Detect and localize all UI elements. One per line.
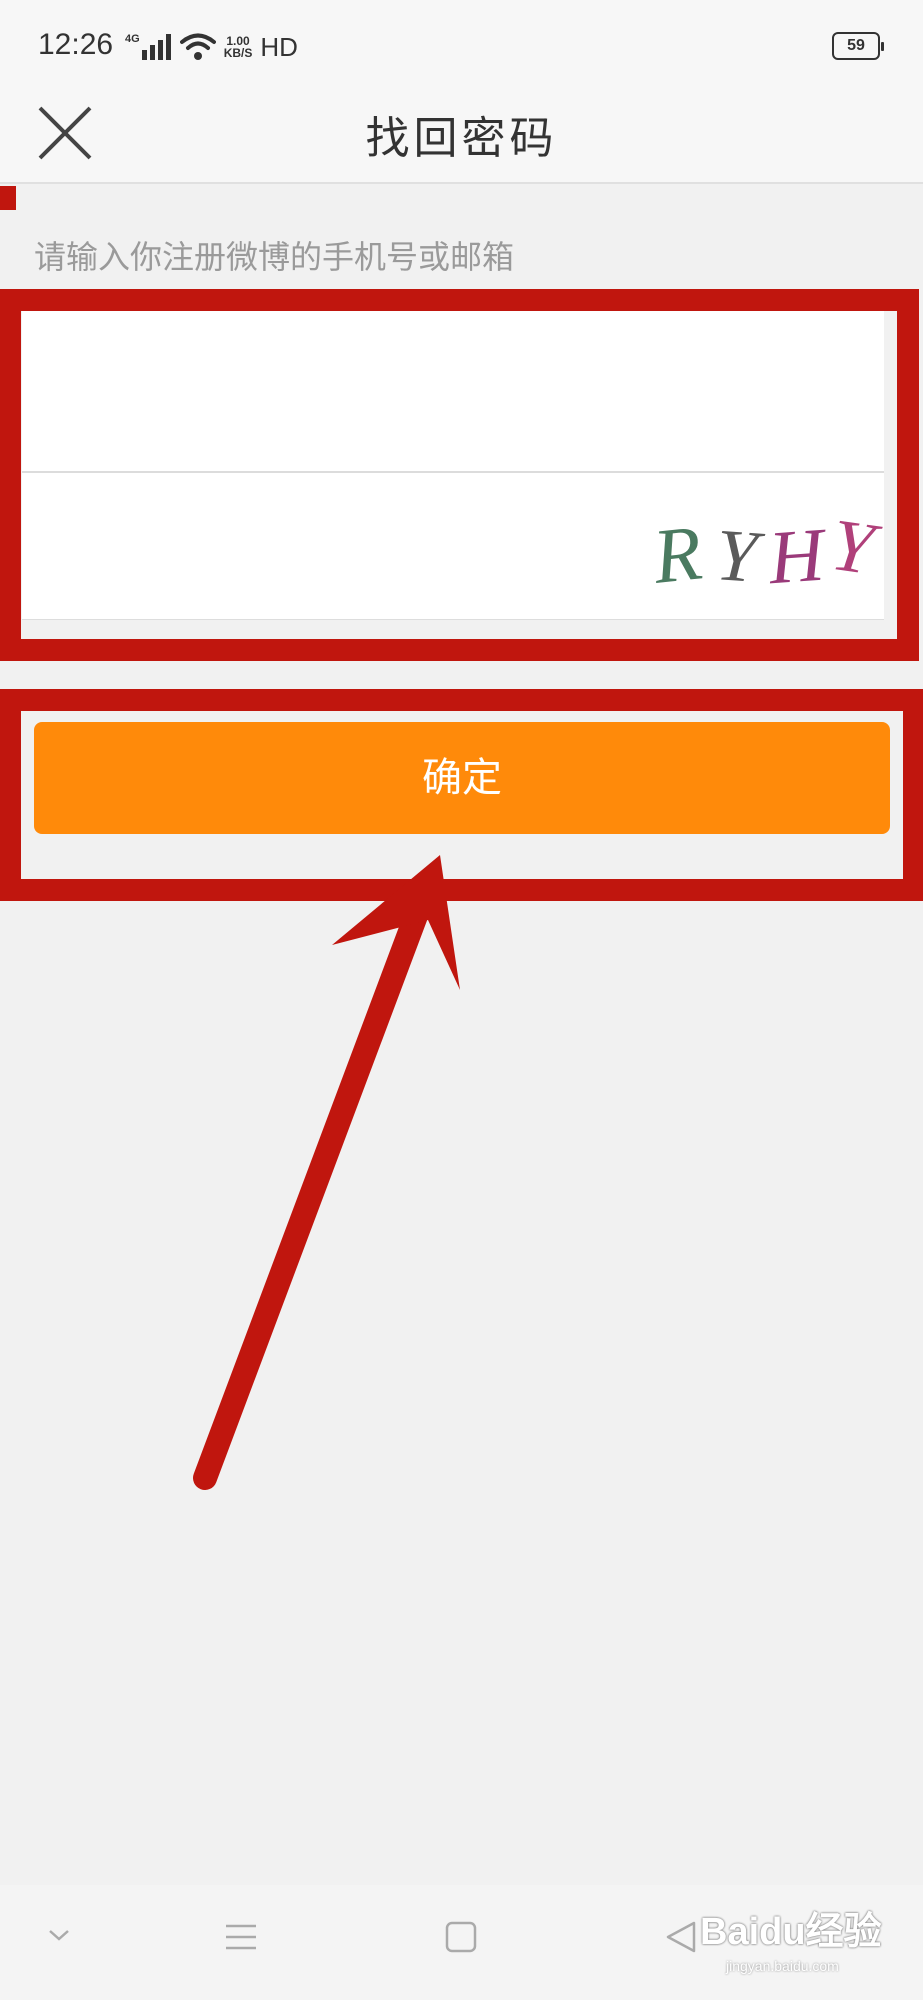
captcha-char-2: Y: [713, 514, 767, 597]
captcha-char-3: H: [765, 512, 831, 597]
confirm-button[interactable]: 确定: [34, 722, 890, 834]
annotation-marker: [0, 186, 16, 210]
captcha-char-1: R: [648, 508, 705, 597]
status-time: 12:26: [38, 28, 114, 61]
watermark-brand: Baidu经验: [700, 1911, 882, 1953]
net-speed-unit: KB/S: [223, 46, 253, 60]
signal-indicator: 4G: [125, 34, 172, 60]
network-type: 4G: [125, 33, 140, 45]
menu-icon[interactable]: [224, 1920, 258, 1954]
phone-email-input[interactable]: [22, 327, 884, 467]
back-triangle-icon[interactable]: [664, 1920, 698, 1954]
back-chevron-icon[interactable]: [44, 1920, 74, 1950]
form-hint: 请输入你注册微博的手机号或邮箱: [34, 238, 515, 276]
page-title: 找回密码: [365, 113, 558, 164]
annotation-arrow-shaft: [193, 893, 432, 1490]
captcha-image[interactable]: R Y H Y: [634, 497, 914, 597]
captcha-char-4: Y: [826, 504, 885, 592]
wifi-icon: [179, 33, 216, 60]
status-bar: 12:26 4G 1.00 KB/S HD 59: [0, 0, 923, 90]
captcha-input[interactable]: [22, 473, 622, 613]
watermark-url: jingyan.baidu.com: [726, 1958, 839, 1974]
form-card: R Y H Y: [22, 296, 885, 620]
status-icons: 4G 1.00 KB/S HD: [125, 30, 298, 64]
annotation-arrow-head: [332, 855, 460, 990]
net-speed: 1.00 KB/S: [224, 35, 253, 59]
signal-icon: [141, 34, 171, 60]
nav-header: 找回密码: [0, 90, 923, 184]
hd-indicator: HD: [260, 31, 298, 62]
battery-icon: 59: [832, 32, 884, 60]
battery-level: 59: [847, 37, 865, 54]
home-square-icon[interactable]: [444, 1920, 478, 1954]
